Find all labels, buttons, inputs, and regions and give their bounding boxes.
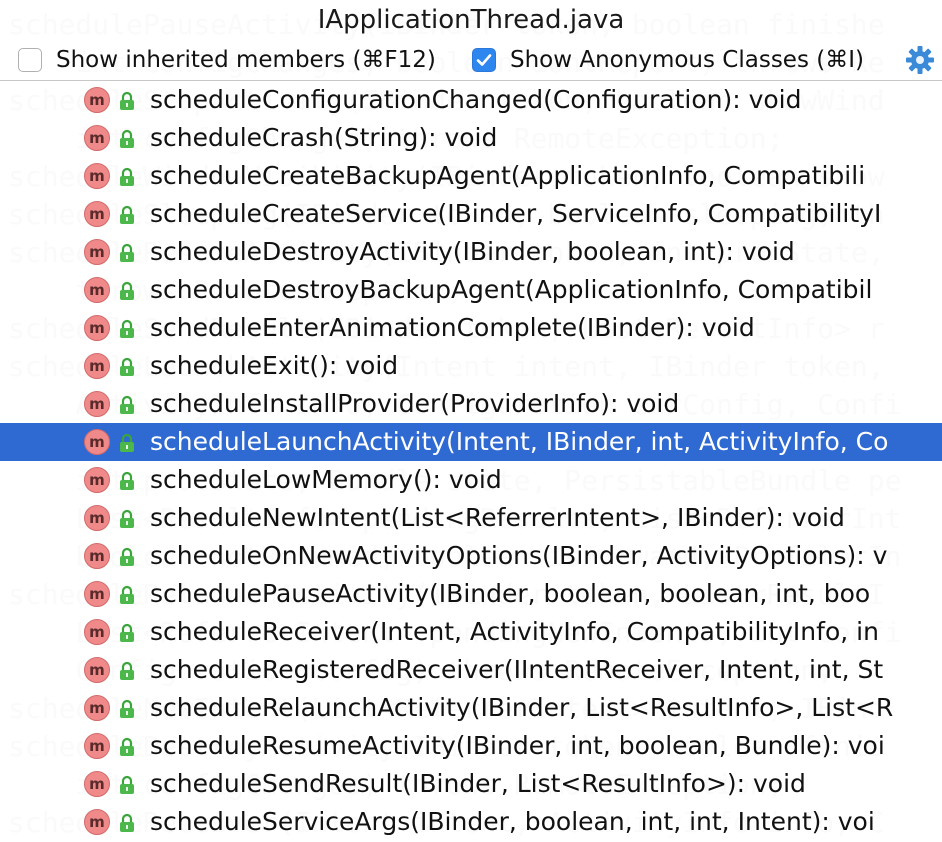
member-row[interactable]: m scheduleDestroyBackupAgent(Application… bbox=[0, 271, 942, 309]
member-signature: scheduleDestroyBackupAgent(ApplicationIn… bbox=[150, 275, 873, 304]
member-signature: scheduleRelaunchActivity(IBinder, List<R… bbox=[150, 693, 894, 722]
show-anonymous-classes-option[interactable]: Show Anonymous Classes (⌘I) bbox=[472, 44, 864, 76]
member-signature: scheduleEnterAnimationComplete(IBinder):… bbox=[150, 313, 755, 342]
member-signature: scheduleSendResult(IBinder, List<ResultI… bbox=[150, 769, 806, 798]
member-row[interactable]: m scheduleServiceArgs(IBinder, boolean, … bbox=[0, 803, 942, 841]
public-lock-icon bbox=[118, 813, 136, 833]
member-row[interactable]: m schedulePauseActivity(IBinder, boolean… bbox=[0, 575, 942, 613]
public-lock-icon bbox=[118, 775, 136, 795]
show-anonymous-label: Show Anonymous Classes (⌘I) bbox=[510, 47, 864, 73]
public-lock-icon bbox=[118, 433, 136, 453]
method-icon: m bbox=[84, 695, 110, 721]
public-lock-icon bbox=[118, 129, 136, 149]
member-signature: scheduleServiceArgs(IBinder, boolean, in… bbox=[150, 807, 875, 836]
member-signature: scheduleExit(): void bbox=[150, 351, 399, 380]
public-lock-icon bbox=[118, 585, 136, 605]
method-icon: m bbox=[84, 353, 110, 379]
public-lock-icon bbox=[118, 395, 136, 415]
public-lock-icon bbox=[118, 737, 136, 757]
member-signature: scheduleResumeActivity(IBinder, int, boo… bbox=[150, 731, 885, 760]
popup-title: IApplicationThread.java bbox=[317, 5, 625, 35]
public-lock-icon bbox=[118, 547, 136, 567]
show-inherited-label: Show inherited members (⌘F12) bbox=[56, 47, 436, 73]
member-signature: scheduleCreateService(IBinder, ServiceIn… bbox=[150, 199, 882, 228]
public-lock-icon bbox=[118, 357, 136, 377]
show-anonymous-checkbox[interactable] bbox=[472, 48, 496, 72]
public-lock-icon bbox=[118, 509, 136, 529]
public-lock-icon bbox=[118, 91, 136, 111]
member-row[interactable]: m scheduleEnterAnimationComplete(IBinder… bbox=[0, 309, 942, 347]
structure-popup: IApplicationThread.java Show inherited m… bbox=[0, 0, 942, 842]
public-lock-icon bbox=[118, 205, 136, 225]
method-icon: m bbox=[84, 201, 110, 227]
gear-icon[interactable] bbox=[904, 44, 936, 76]
public-lock-icon bbox=[118, 167, 136, 187]
public-lock-icon bbox=[118, 623, 136, 643]
member-signature: scheduleNewIntent(List<ReferrerIntent>, … bbox=[150, 503, 845, 532]
method-icon: m bbox=[84, 505, 110, 531]
method-icon: m bbox=[84, 771, 110, 797]
member-row[interactable]: m scheduleNewIntent(List<ReferrerIntent>… bbox=[0, 499, 942, 537]
member-row[interactable]: m scheduleRelaunchActivity(IBinder, List… bbox=[0, 689, 942, 727]
method-icon: m bbox=[84, 657, 110, 683]
member-signature: scheduleDestroyActivity(IBinder, boolean… bbox=[150, 237, 795, 266]
member-signature: schedulePauseActivity(IBinder, boolean, … bbox=[150, 579, 871, 608]
method-icon: m bbox=[84, 467, 110, 493]
member-row[interactable]: m scheduleSendResult(IBinder, List<Resul… bbox=[0, 765, 942, 803]
member-row[interactable]: m scheduleResumeActivity(IBinder, int, b… bbox=[0, 727, 942, 765]
member-signature: scheduleReceiver(Intent, ActivityInfo, C… bbox=[150, 617, 879, 646]
member-signature: scheduleCrash(String): void bbox=[150, 123, 498, 152]
member-row[interactable]: m scheduleInstallProvider(ProviderInfo):… bbox=[0, 385, 942, 423]
member-row[interactable]: m scheduleOnNewActivityOptions(IBinder, … bbox=[0, 537, 942, 575]
member-row[interactable]: m scheduleExit(): void bbox=[0, 347, 942, 385]
method-icon: m bbox=[84, 277, 110, 303]
members-list[interactable]: m scheduleConfigurationChanged(Configura… bbox=[0, 81, 942, 842]
member-signature: scheduleRegisteredReceiver(IIntentReceiv… bbox=[150, 655, 884, 684]
member-signature: scheduleLaunchActivity(Intent, IBinder, … bbox=[150, 427, 889, 456]
member-row[interactable]: m scheduleLowMemory(): void bbox=[0, 461, 942, 499]
member-row[interactable]: m scheduleCreateBackupAgent(ApplicationI… bbox=[0, 157, 942, 195]
member-row[interactable]: m scheduleLaunchActivity(Intent, IBinder… bbox=[0, 423, 942, 461]
public-lock-icon bbox=[118, 243, 136, 263]
method-icon: m bbox=[84, 239, 110, 265]
member-row[interactable]: m scheduleRegisteredReceiver(IIntentRece… bbox=[0, 651, 942, 689]
options-bar: Show inherited members (⌘F12) Show Anony… bbox=[0, 40, 942, 80]
member-row[interactable]: m scheduleReceiver(Intent, ActivityInfo,… bbox=[0, 613, 942, 651]
method-icon: m bbox=[84, 391, 110, 417]
member-signature: scheduleCreateBackupAgent(ApplicationInf… bbox=[150, 161, 866, 190]
method-icon: m bbox=[84, 429, 110, 455]
method-icon: m bbox=[84, 163, 110, 189]
member-signature: scheduleInstallProvider(ProviderInfo): v… bbox=[150, 389, 680, 418]
method-icon: m bbox=[84, 543, 110, 569]
method-icon: m bbox=[84, 125, 110, 151]
member-signature: scheduleOnNewActivityOptions(IBinder, Ac… bbox=[150, 541, 888, 570]
public-lock-icon bbox=[118, 281, 136, 301]
public-lock-icon bbox=[118, 661, 136, 681]
member-signature: scheduleLowMemory(): void bbox=[150, 465, 502, 494]
method-icon: m bbox=[84, 315, 110, 341]
method-icon: m bbox=[84, 581, 110, 607]
member-row[interactable]: m scheduleDestroyActivity(IBinder, boole… bbox=[0, 233, 942, 271]
method-icon: m bbox=[84, 619, 110, 645]
public-lock-icon bbox=[118, 471, 136, 491]
member-row[interactable]: m scheduleConfigurationChanged(Configura… bbox=[0, 81, 942, 119]
member-row[interactable]: m scheduleCreateService(IBinder, Service… bbox=[0, 195, 942, 233]
member-row[interactable]: m scheduleCrash(String): void bbox=[0, 119, 942, 157]
public-lock-icon bbox=[118, 699, 136, 719]
member-signature: scheduleConfigurationChanged(Configurati… bbox=[150, 85, 802, 114]
method-icon: m bbox=[84, 87, 110, 113]
method-icon: m bbox=[84, 733, 110, 759]
show-inherited-checkbox[interactable] bbox=[18, 48, 42, 72]
show-inherited-members-option[interactable]: Show inherited members (⌘F12) bbox=[18, 44, 436, 76]
method-icon: m bbox=[84, 809, 110, 835]
public-lock-icon bbox=[118, 319, 136, 339]
